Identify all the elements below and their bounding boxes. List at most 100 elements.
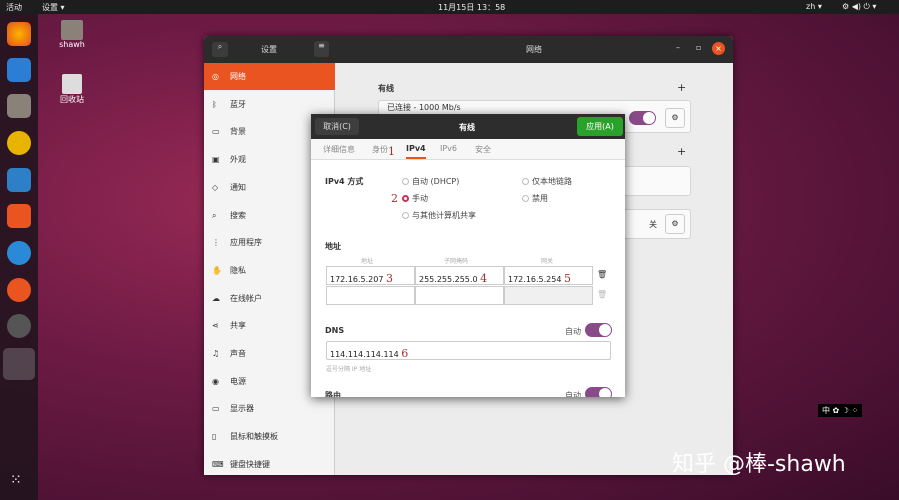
netmask-input[interactable]: 255.255.255.0 4 bbox=[415, 266, 504, 285]
dns-input[interactable]: 114.114.114.114 6 bbox=[326, 341, 611, 360]
dialog-header: 取消(C) 有线 应用(A) bbox=[311, 114, 625, 139]
sidebar-item-label: 在线帐户 bbox=[230, 293, 262, 303]
radio-link-local[interactable]: 仅本地链路 bbox=[522, 176, 572, 187]
add-wired-button[interactable]: + bbox=[677, 81, 686, 94]
gateway-input[interactable]: 172.16.5.254 5 bbox=[504, 266, 593, 285]
updater-icon[interactable] bbox=[7, 314, 31, 338]
tab-security[interactable]: 安全 bbox=[475, 144, 491, 155]
dns-auto-label: 自动 bbox=[565, 327, 581, 336]
dialog-tabs: 详细信息 身份 IPv4 IPv6 安全 1 bbox=[311, 139, 625, 160]
annotation-2: 2 bbox=[391, 192, 398, 205]
ipv4-method-label: IPv4 方式 bbox=[325, 177, 364, 186]
system-tray[interactable]: ⚙ ◀) ⏻ ▾ bbox=[842, 2, 876, 12]
software-icon[interactable] bbox=[7, 204, 31, 228]
gear-icon[interactable]: ⚙ bbox=[665, 108, 685, 128]
search-icon[interactable]: ⌕ bbox=[212, 42, 228, 57]
sidebar-icon: ☁ bbox=[212, 293, 220, 303]
routes-label: 路由 bbox=[325, 391, 341, 397]
app-menu[interactable]: 设置 ▾ bbox=[42, 2, 65, 13]
dns-label: DNS bbox=[325, 326, 345, 335]
sidebar-icon: ▯ bbox=[212, 432, 217, 442]
sidebar-title: 设置 bbox=[261, 45, 277, 54]
sidebar-item-label: 显示器 bbox=[230, 404, 254, 414]
files-icon[interactable] bbox=[7, 94, 31, 118]
routes-auto-toggle[interactable] bbox=[585, 387, 612, 397]
annotation-1: 1 bbox=[388, 145, 395, 158]
radio-disabled[interactable]: 禁用 bbox=[522, 193, 548, 204]
sidebar-item-13[interactable]: ▯ 鼠标和触摸板 bbox=[204, 423, 335, 450]
close-button[interactable]: × bbox=[712, 42, 725, 55]
address-input-empty[interactable] bbox=[326, 286, 415, 305]
activities-button[interactable]: 活动 bbox=[6, 2, 22, 13]
writer-icon[interactable] bbox=[7, 168, 31, 192]
dns-auto-toggle[interactable] bbox=[585, 323, 612, 337]
tab-details[interactable]: 详细信息 bbox=[323, 144, 355, 155]
trash-label: 回收站 bbox=[60, 95, 84, 104]
sidebar-icon: ⌕ bbox=[212, 210, 217, 220]
language-menu[interactable]: zh ▾ bbox=[806, 2, 822, 11]
cancel-button[interactable]: 取消(C) bbox=[315, 118, 359, 135]
address-input[interactable]: 172.16.5.207 3 bbox=[326, 266, 415, 285]
folder-icon bbox=[61, 20, 83, 40]
app-grid-icon[interactable]: ⁙ bbox=[10, 472, 22, 488]
sidebar-item-12[interactable]: ▭ 显示器 bbox=[204, 395, 335, 422]
rhythmbox-icon[interactable] bbox=[7, 131, 31, 155]
sidebar-item-label: 共享 bbox=[230, 321, 246, 331]
input-method-indicator[interactable]: 中 ✿ ☽ ⁘ bbox=[818, 404, 863, 417]
home-label: shawh bbox=[59, 40, 85, 49]
watermark: 知乎 @棒-shawh bbox=[672, 452, 846, 477]
sidebar-icon: ⋖ bbox=[212, 321, 219, 331]
firefox-icon[interactable] bbox=[7, 22, 31, 46]
sidebar-item-label: 蓝牙 bbox=[230, 99, 246, 109]
tab-ipv4[interactable]: IPv4 bbox=[406, 144, 426, 159]
radio-shared[interactable]: 与其他计算机共享 bbox=[402, 210, 476, 221]
sidebar-icon: ♫ bbox=[212, 349, 220, 358]
sidebar-item-label: 电源 bbox=[230, 376, 246, 386]
wired-toggle[interactable] bbox=[629, 111, 656, 125]
proxy-status: 关 bbox=[649, 220, 657, 229]
wired-heading: 有线 bbox=[378, 84, 394, 93]
sidebar-item-label: 隐私 bbox=[230, 265, 246, 275]
dns-hint: 逗号分隔 IP 地址 bbox=[326, 366, 372, 373]
sidebar-item-label: 鼠标和触摸板 bbox=[230, 432, 278, 442]
clock[interactable]: 11月15日 13：58 bbox=[438, 2, 505, 13]
window-header: ⌕ 设置 ≡ 网络 – ▫ × bbox=[204, 36, 733, 63]
sidebar-item-0[interactable]: ◎ 网络 bbox=[204, 63, 335, 90]
radio-manual[interactable]: 手动 bbox=[402, 193, 428, 204]
col-netmask: 子网掩码 bbox=[444, 258, 469, 265]
sidebar-item-label: 应用程序 bbox=[230, 238, 262, 248]
gear-icon[interactable]: ⚙ bbox=[665, 214, 685, 234]
sidebar-item-14[interactable]: ⌨ 键盘快捷键 bbox=[204, 451, 335, 475]
window-title: 网络 bbox=[526, 45, 542, 54]
maximize-button[interactable]: ▫ bbox=[696, 43, 701, 52]
radio-dhcp[interactable]: 自动 (DHCP) bbox=[402, 176, 459, 187]
add-vpn-button[interactable]: + bbox=[677, 145, 686, 158]
sidebar-item-label: 通知 bbox=[230, 182, 246, 192]
sidebar-icon: ⌨ bbox=[212, 459, 224, 469]
sidebar-icon: ᛒ bbox=[212, 99, 217, 109]
apply-button[interactable]: 应用(A) bbox=[577, 117, 623, 136]
delete-icon[interactable]: 🗑 bbox=[597, 270, 607, 279]
netmask-input-empty[interactable] bbox=[415, 286, 504, 305]
sidebar-item-label: 外观 bbox=[230, 155, 246, 165]
col-address: 地址 bbox=[361, 258, 374, 265]
ubuntu-icon[interactable] bbox=[7, 278, 31, 302]
menu-icon[interactable]: ≡ bbox=[314, 41, 329, 57]
trash[interactable]: 回收站 bbox=[52, 74, 92, 105]
sidebar-item-label: 声音 bbox=[230, 349, 246, 358]
wired-dialog: 取消(C) 有线 应用(A) 详细信息 身份 IPv4 IPv6 安全 1 IP… bbox=[311, 114, 625, 397]
sidebar-item-label: 键盘快捷键 bbox=[230, 459, 270, 469]
settings-icon[interactable] bbox=[3, 348, 35, 380]
top-bar: 活动 设置 ▾ 11月15日 13：58 zh ▾ ⚙ ◀) ⏻ ▾ bbox=[0, 0, 899, 14]
routes-auto-label: 自动 bbox=[565, 391, 581, 397]
tab-ipv6[interactable]: IPv6 bbox=[440, 144, 457, 153]
sidebar-item-label: 背景 bbox=[230, 127, 246, 137]
minimize-button[interactable]: – bbox=[676, 43, 680, 52]
tab-identity[interactable]: 身份 bbox=[372, 144, 388, 155]
thunderbird-icon[interactable] bbox=[7, 58, 31, 82]
home-folder[interactable]: shawh bbox=[52, 20, 92, 49]
sidebar-icon: ✋ bbox=[212, 265, 222, 275]
sidebar-icon: ▭ bbox=[212, 404, 220, 414]
help-icon[interactable] bbox=[7, 241, 31, 265]
gateway-input-empty[interactable] bbox=[504, 286, 593, 305]
